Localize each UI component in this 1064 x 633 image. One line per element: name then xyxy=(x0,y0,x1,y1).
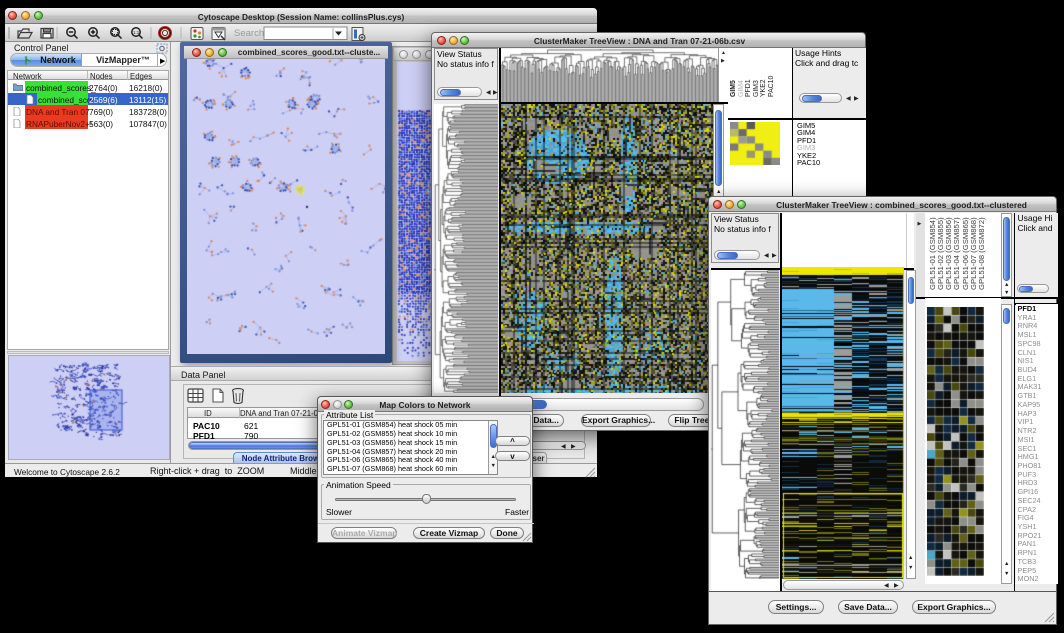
svg-text:Search:: Search: xyxy=(234,28,267,39)
svg-text:1:1: 1:1 xyxy=(133,30,140,35)
